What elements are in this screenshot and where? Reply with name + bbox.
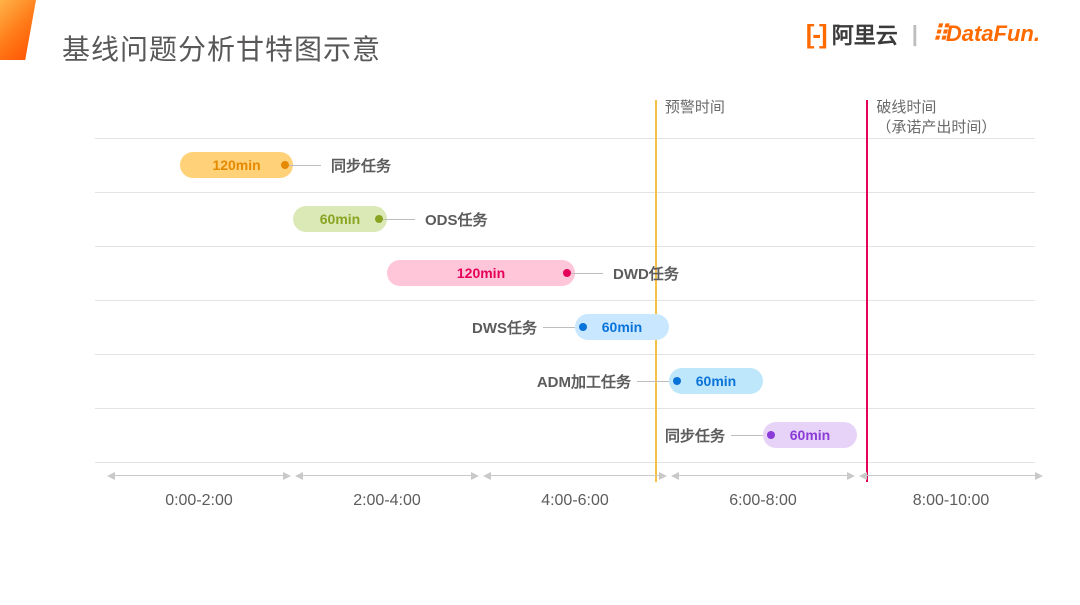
axis-segment: [491, 475, 659, 476]
task-lane: 60min ODS任务: [95, 192, 1035, 246]
axis-tick-label: 6:00-8:00: [668, 492, 858, 510]
task-duration: 60min: [320, 211, 360, 227]
page-title: 基线问题分析甘特图示意: [62, 28, 381, 68]
axis-segment: [115, 475, 283, 476]
task-anchor-dot: [375, 215, 383, 223]
task-duration: 60min: [696, 373, 736, 389]
break-time-label: 破线时间（承诺产出时间）: [876, 98, 996, 139]
task-bar: 60min: [763, 422, 857, 448]
task-bar: 120min: [180, 152, 293, 178]
task-connector: [571, 273, 603, 274]
task-anchor-dot: [563, 269, 571, 277]
axis-segment: [679, 475, 847, 476]
task-connector: [383, 219, 415, 220]
corner-ornament: [0, 0, 36, 60]
task-label: ADM加工任务: [521, 354, 631, 408]
warning-time-label: 预警时间: [665, 98, 725, 118]
task-connector: [543, 327, 575, 328]
axis-tick-label: 2:00-4:00: [292, 492, 482, 510]
task-bar: 120min: [387, 260, 575, 286]
datafun-logo: ⠿DataFun.: [932, 21, 1040, 47]
plot-area: 预警时间 破线时间（承诺产出时间） 120min同步任务 60minODS任务 …: [95, 100, 1035, 470]
axis-segment: [867, 475, 1035, 476]
task-anchor-dot: [673, 377, 681, 385]
task-connector: [637, 381, 669, 382]
brand-divider: |: [908, 21, 922, 47]
row-grid: [95, 462, 1035, 463]
axis-tick-label: 0:00-2:00: [104, 492, 294, 510]
task-lane: 60min 同步任务: [95, 408, 1035, 462]
task-connector: [731, 435, 763, 436]
task-lane: 60min DWS任务: [95, 300, 1035, 354]
task-connector: [289, 165, 321, 166]
task-anchor-dot: [767, 431, 775, 439]
x-axis: 0:00-2:002:00-4:004:00-6:006:00-8:008:00…: [95, 468, 1035, 523]
aliyun-logo: [-] 阿里云: [806, 18, 898, 50]
task-bar: 60min: [575, 314, 669, 340]
task-label: DWD任务: [613, 246, 679, 300]
task-duration: 120min: [212, 157, 260, 173]
gantt-chart: 预警时间 破线时间（承诺产出时间） 120min同步任务 60minODS任务 …: [85, 100, 1035, 530]
axis-segment: [303, 475, 471, 476]
aliyun-bracket-icon: [-]: [806, 19, 826, 50]
task-anchor-dot: [281, 161, 289, 169]
task-anchor-dot: [579, 323, 587, 331]
task-bar: 60min: [293, 206, 387, 232]
task-label: DWS任务: [427, 300, 537, 354]
task-label: 同步任务: [331, 138, 391, 192]
task-label: ODS任务: [425, 192, 488, 246]
task-lane: 120min 同步任务: [95, 138, 1035, 192]
task-bar: 60min: [669, 368, 763, 394]
task-lane: 120min DWD任务: [95, 246, 1035, 300]
axis-tick-label: 8:00-10:00: [856, 492, 1046, 510]
task-label: 同步任务: [615, 408, 725, 462]
task-duration: 120min: [457, 265, 505, 281]
axis-tick-label: 4:00-6:00: [480, 492, 670, 510]
task-duration: 60min: [790, 427, 830, 443]
task-lane: 60min ADM加工任务: [95, 354, 1035, 408]
task-duration: 60min: [602, 319, 642, 335]
aliyun-text: 阿里云: [832, 18, 898, 50]
brand-logos: [-] 阿里云 | ⠿DataFun.: [806, 18, 1040, 50]
datafun-dots-icon: ⠿: [932, 21, 946, 47]
